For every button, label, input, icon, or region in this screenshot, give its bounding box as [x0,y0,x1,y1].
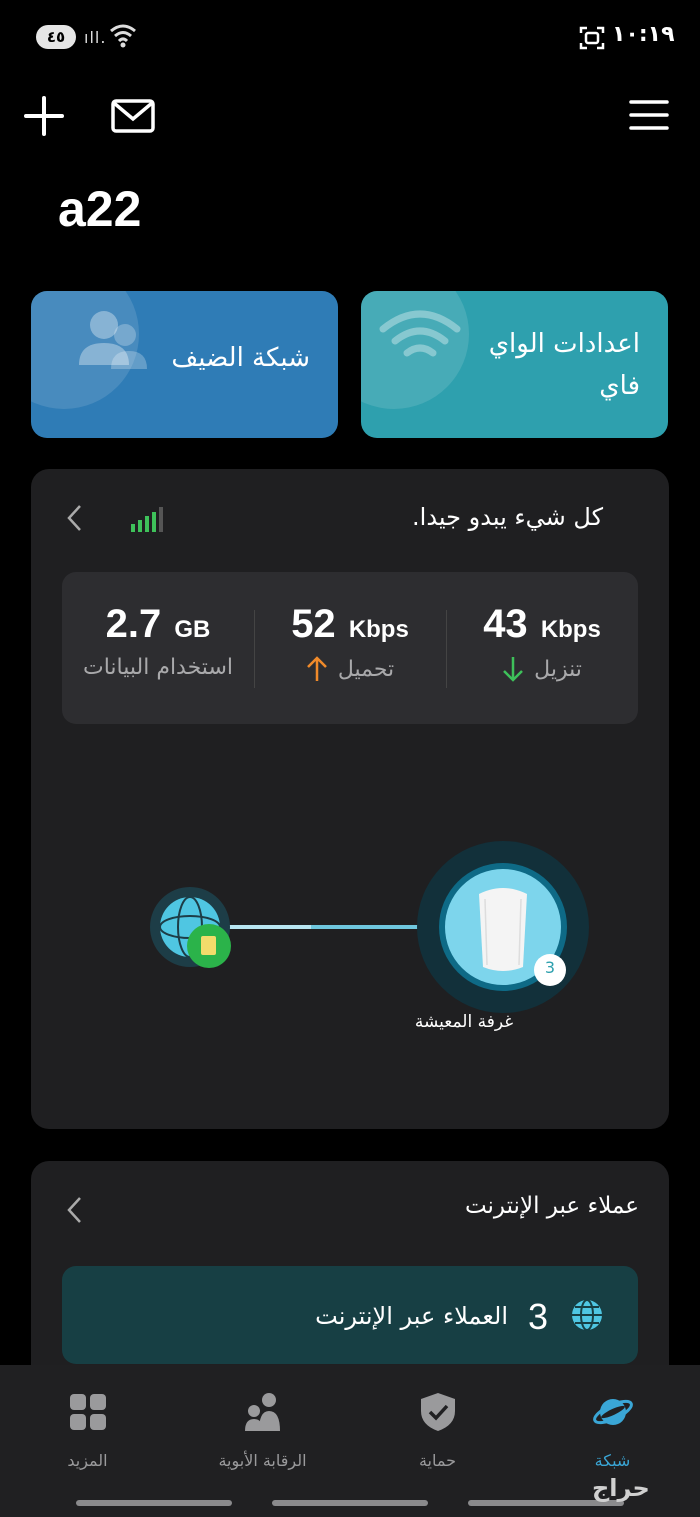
upload-stat: 52 Kbps تحميل [254,602,446,683]
upload-label: تحميل [337,656,395,682]
nav-network[interactable]: شبكة [525,1365,700,1470]
users-icon [79,311,147,369]
nav-label: المزيد [67,1451,108,1470]
download-label: تنزيل [534,656,582,682]
network-status-card: كل شيء يبدو جيدا. 2.7 GB استخدام البيانا… [31,469,669,1129]
clients-summary-row[interactable]: 3 العملاء عبر الإنترنت [62,1266,638,1364]
guest-network-card[interactable]: شبكة الضيف [31,291,338,438]
menu-icon[interactable] [628,98,670,132]
nav-protection[interactable]: حماية [350,1365,525,1470]
gesture-handle [76,1500,232,1506]
clients-label: العملاء عبر الإنترنت [315,1302,508,1330]
grid-icon [69,1394,106,1430]
wifi-settings-card[interactable]: اعدادات الواي فاي [361,291,668,438]
signal-strength-icon [131,507,163,532]
family-icon [244,1393,280,1431]
download-stat: 43 Kbps تنزيل [446,602,638,683]
download-value: 43 [483,602,528,646]
internet-node[interactable] [150,887,231,968]
node-client-count: 3 [544,958,556,977]
router-node[interactable] [417,841,589,1013]
clients-title: عملاء عبر الإنترنت [464,1193,639,1219]
add-icon[interactable] [22,94,66,138]
nav-more[interactable]: المزيد [0,1365,175,1470]
gesture-handle [272,1500,428,1506]
upload-value: 52 [291,602,336,646]
nav-label: حماية [418,1451,457,1470]
planet-icon [592,1399,633,1425]
screen-record-icon [579,26,605,50]
mail-icon[interactable] [110,96,156,136]
battery-indicator: ٤٥ [36,25,76,49]
upload-label-row: تحميل [254,655,446,683]
globe-icon [572,1299,602,1331]
wifi-status-icon [110,24,136,48]
data-usage-value: 2.7 [105,602,162,646]
nav-parental-control[interactable]: الرقابة الأبوية [175,1365,350,1470]
clock: ١٠:١٩ [612,22,675,47]
network-name: a22 [58,181,142,237]
status-message: كل شيء يبدو جيدا. [412,503,603,531]
traffic-stats: 2.7 GB استخدام البيانات 52 Kbps تحميل 43… [62,572,638,724]
upload-unit: Kbps [348,616,409,643]
wifi-settings-label: اعدادات الواي فاي [488,329,640,401]
nav-label: الرقابة الأبوية [218,1451,307,1470]
nav-label: شبكة [594,1451,631,1470]
data-usage-label-row: استخدام البيانات [62,655,254,680]
node-name: غرفة المعيشة [414,1012,514,1032]
chevron-left-icon[interactable] [65,503,83,533]
clients-count: 3 [527,1296,548,1337]
arrow-up-icon [306,656,327,681]
upload-value-row: 52 Kbps [254,602,446,647]
status-bar: ٤٥ ıll. ١٠:١٩ [0,0,700,76]
download-value-row: 43 Kbps [446,602,638,647]
data-usage-stat: 2.7 GB استخدام البيانات [62,602,254,680]
arrow-down-icon [503,657,524,682]
guest-network-label: شبكة الضيف [171,343,310,373]
watermark: حراج [592,1474,650,1502]
topology-diagram [150,841,589,1013]
wifi-icon [379,310,461,357]
cell-signal-icon: ıll. [84,28,107,47]
shield-icon [420,1393,455,1431]
network-topology: 3 غرفة المعيشة [31,769,669,1069]
download-label-row: تنزيل [446,655,638,683]
data-usage-unit: GB [174,616,211,643]
data-usage-value-row: 2.7 GB [62,602,254,647]
chevron-left-icon[interactable] [65,1195,83,1225]
data-usage-label: استخدام البيانات [83,655,233,680]
download-unit: Kbps [540,616,601,643]
